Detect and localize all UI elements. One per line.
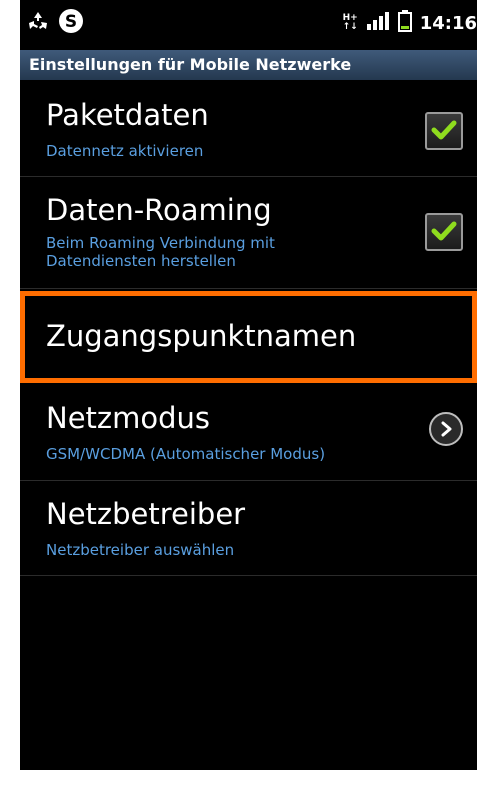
- setting-title: Paketdaten: [46, 98, 209, 132]
- skype-icon: S: [58, 8, 84, 38]
- setting-subtitle: Netzbetreiber auswählen: [46, 541, 235, 559]
- checkmark-icon: [431, 221, 457, 241]
- battery-icon: [397, 10, 412, 36]
- daten-roaming-checkbox[interactable]: [425, 213, 463, 251]
- setting-subtitle: Datennetz aktivieren: [46, 142, 204, 160]
- setting-title: Netzmodus: [46, 401, 211, 435]
- screen-title: Einstellungen für Mobile Netzwerke: [20, 50, 477, 80]
- setting-paketdaten[interactable]: Paketdaten Datennetz aktivieren: [20, 80, 477, 177]
- setting-title: Netzbetreiber: [46, 497, 246, 531]
- phone-screen: S H+ ↑↓ 14:16 Einstellungen für Mobile N…: [20, 0, 477, 770]
- setting-subtitle: Beim Roaming Verbindung mit Datendienste…: [46, 234, 275, 270]
- signal-icon: [366, 12, 390, 34]
- setting-daten-roaming[interactable]: Daten-Roaming Beim Roaming Verbindung mi…: [20, 177, 477, 289]
- checkmark-icon: [431, 120, 457, 140]
- network-type-icon: H+ ↑↓: [342, 13, 358, 32]
- paketdaten-checkbox[interactable]: [425, 112, 463, 150]
- svg-text:S: S: [65, 12, 77, 32]
- highlight-frame: [20, 291, 477, 383]
- recycle-icon: [26, 10, 50, 36]
- setting-title: Daten-Roaming: [46, 193, 272, 227]
- setting-subtitle: GSM/WCDMA (Automatischer Modus): [46, 445, 326, 463]
- clock: 14:16: [419, 12, 477, 34]
- status-bar: S H+ ↑↓ 14:16: [20, 0, 477, 50]
- chevron-right-icon[interactable]: [429, 412, 463, 446]
- setting-netzmodus[interactable]: Netzmodus GSM/WCDMA (Automatischer Modus…: [20, 385, 477, 481]
- setting-netzbetreiber[interactable]: Netzbetreiber Netzbetreiber auswählen: [20, 481, 477, 576]
